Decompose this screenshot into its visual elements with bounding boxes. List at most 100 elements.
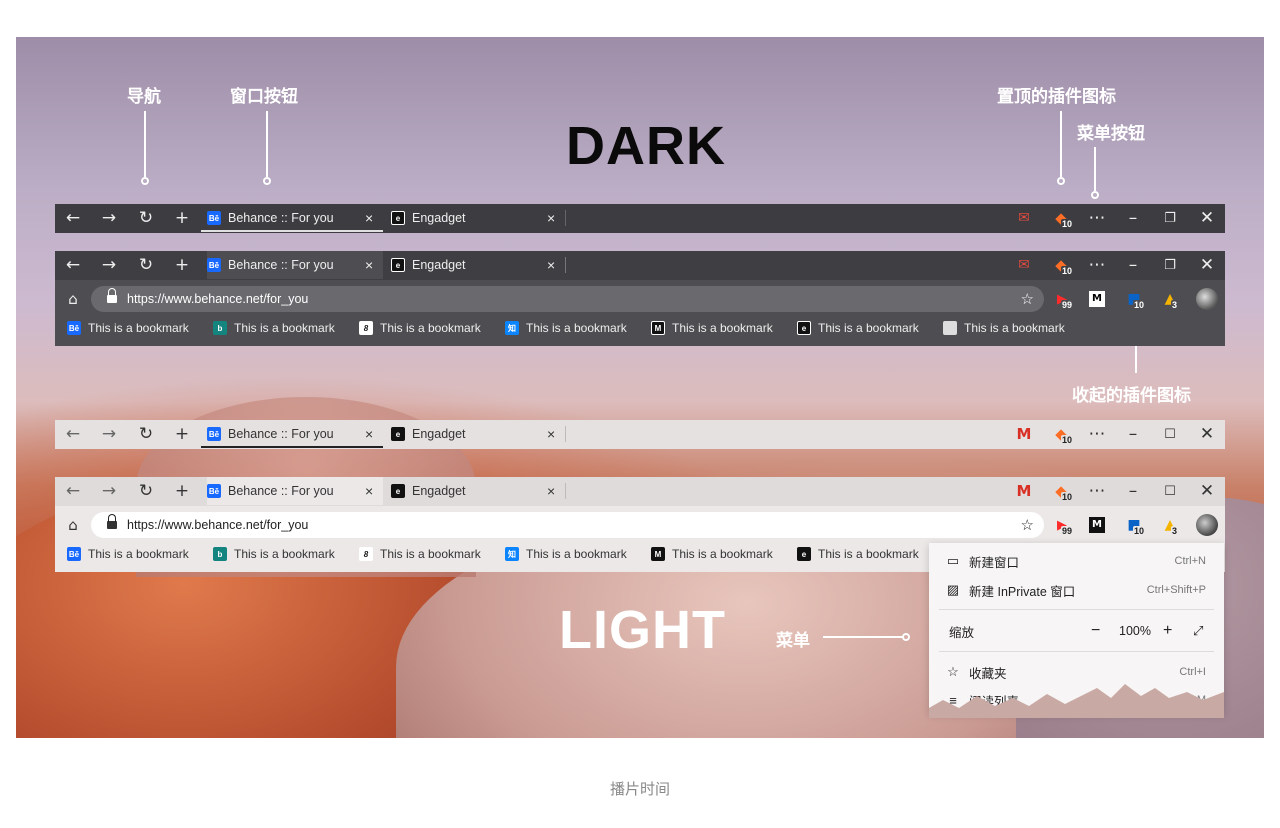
annot-menu-button-dot <box>1091 191 1099 199</box>
drive-badge: 3 <box>1171 526 1179 536</box>
minimize-icon[interactable]: – <box>1122 207 1144 229</box>
new-tab-icon[interactable]: + <box>171 480 193 502</box>
medium-bookmark-icon: M <box>651 547 665 561</box>
refresh-icon[interactable]: ↻ <box>135 480 157 502</box>
minimize-icon[interactable]: – <box>1122 423 1144 445</box>
forward-icon[interactable]: → <box>98 423 120 445</box>
fullscreen-icon[interactable]: ⤢ <box>1193 623 1203 639</box>
bookmark-item[interactable]: e This is a bookmark <box>797 321 919 335</box>
refresh-icon[interactable]: ↻ <box>135 254 157 276</box>
address-url: https://www.behance.net/for_you <box>127 518 309 532</box>
bookmark-item[interactable]: b This is a bookmark <box>213 321 335 335</box>
tab-label: Engadget <box>412 211 466 225</box>
tab-behance[interactable]: Bē Behance :: For you × <box>207 420 383 448</box>
tab-separator <box>565 483 566 499</box>
close-icon[interactable]: ✕ <box>1196 480 1218 502</box>
tab-close-icon[interactable]: × <box>365 210 373 226</box>
avatar[interactable] <box>1196 288 1218 310</box>
back-icon[interactable]: ← <box>62 423 84 445</box>
tab-behance[interactable]: Bē Behance :: For you × <box>207 251 383 279</box>
favorite-star-icon[interactable]: ☆ <box>1021 516 1034 534</box>
tab-behance[interactable]: Bē Behance :: For you × <box>207 204 383 232</box>
refresh-icon[interactable]: ↻ <box>135 423 157 445</box>
tab-label: Engadget <box>412 484 466 498</box>
bookmark-item[interactable]: 知 This is a bookmark <box>505 547 627 561</box>
gmail-icon[interactable]: ✉ <box>1013 254 1035 276</box>
inprivate-icon: ▨ <box>946 582 960 597</box>
menu-item-new-inprivate[interactable]: ▨ 新建 InPrivate 窗口 Ctrl+Shift+P <box>929 576 1224 604</box>
zoom-in-icon[interactable]: + <box>1163 622 1172 640</box>
home-icon[interactable]: ⌂ <box>62 514 84 536</box>
back-icon[interactable]: ← <box>62 480 84 502</box>
bookmark-item[interactable]: Bē This is a bookmark <box>67 321 189 335</box>
close-icon[interactable]: ✕ <box>1196 423 1218 445</box>
bookmark-item[interactable]: b This is a bookmark <box>213 547 335 561</box>
medium-bookmark-icon: M <box>651 321 665 335</box>
address-bar[interactable]: https://www.behance.net/for_you ☆ <box>91 512 1044 538</box>
new-tab-icon[interactable]: + <box>171 207 193 229</box>
engadget-bookmark-icon: e <box>797 321 811 335</box>
bookmark-item[interactable]: 知 This is a bookmark <box>505 321 627 335</box>
bookmark-label: This is a bookmark <box>672 321 773 335</box>
tab-engadget[interactable]: e Engadget × <box>391 204 567 232</box>
zoom-out-icon[interactable]: − <box>1091 622 1100 640</box>
new-tab-icon[interactable]: + <box>171 254 193 276</box>
more-menu-icon[interactable]: ⋯ <box>1086 207 1108 229</box>
tab-close-icon[interactable]: × <box>365 426 373 442</box>
close-icon[interactable]: ✕ <box>1196 207 1218 229</box>
gmail-icon[interactable]: ✉ <box>1013 207 1035 229</box>
favorite-star-icon[interactable]: ☆ <box>1021 290 1034 308</box>
bookmark-item[interactable]: 8 This is a bookmark <box>359 547 481 561</box>
bookmark-item[interactable]: This is a bookmark <box>943 321 1065 335</box>
gmail-icon[interactable]: M <box>1013 423 1035 445</box>
tab-close-icon[interactable]: × <box>365 483 373 499</box>
medium-icon[interactable]: M <box>1089 291 1105 307</box>
tab-engadget[interactable]: e Engadget × <box>391 477 567 505</box>
tab-close-icon[interactable]: × <box>547 426 555 442</box>
bookmark-label: This is a bookmark <box>88 547 189 561</box>
menu-item-new-window[interactable]: ▭ 新建窗口 Ctrl+N <box>929 547 1224 575</box>
more-menu-icon[interactable]: ⋯ <box>1086 423 1108 445</box>
back-icon[interactable]: ← <box>62 254 84 276</box>
bookmark-label: This is a bookmark <box>380 547 481 561</box>
restore-icon[interactable]: ❐ <box>1159 207 1181 229</box>
new-tab-icon[interactable]: + <box>171 423 193 445</box>
lock-icon <box>107 288 117 303</box>
tab-separator <box>565 257 566 273</box>
annot-nav-dot <box>141 177 149 185</box>
close-icon[interactable]: ✕ <box>1196 254 1218 276</box>
bookmark-item[interactable]: M This is a bookmark <box>651 321 773 335</box>
minimize-icon[interactable]: – <box>1122 480 1144 502</box>
menu-shortcut: Ctrl+Shift+P <box>1146 584 1206 596</box>
tab-engadget[interactable]: e Engadget × <box>391 251 567 279</box>
tab-engadget[interactable]: e Engadget × <box>391 420 567 448</box>
medium-icon[interactable]: M <box>1089 517 1105 533</box>
more-menu-icon[interactable]: ⋯ <box>1086 254 1108 276</box>
tab-close-icon[interactable]: × <box>547 210 555 226</box>
tab-close-icon[interactable]: × <box>547 483 555 499</box>
forward-icon[interactable]: → <box>98 207 120 229</box>
forward-icon[interactable]: → <box>98 480 120 502</box>
annot-window-buttons-line <box>266 111 268 177</box>
tab-close-icon[interactable]: × <box>365 257 373 273</box>
maximize-icon[interactable]: ☐ <box>1159 423 1181 445</box>
more-menu-icon[interactable]: ⋯ <box>1086 480 1108 502</box>
bookmark-item[interactable]: Bē This is a bookmark <box>67 547 189 561</box>
home-icon[interactable]: ⌂ <box>62 288 84 310</box>
avatar[interactable] <box>1196 514 1218 536</box>
bookmark-item[interactable]: 8 This is a bookmark <box>359 321 481 335</box>
forward-icon[interactable]: → <box>98 254 120 276</box>
tab-behance[interactable]: Bē Behance :: For you × <box>207 477 383 505</box>
address-bar[interactable]: https://www.behance.net/for_you ☆ <box>91 286 1044 312</box>
refresh-icon[interactable]: ↻ <box>135 207 157 229</box>
tab-label: Behance :: For you <box>228 427 334 441</box>
maximize-icon[interactable]: ☐ <box>1159 480 1181 502</box>
restore-icon[interactable]: ❐ <box>1159 254 1181 276</box>
bookmark-item[interactable]: M This is a bookmark <box>651 547 773 561</box>
back-icon[interactable]: ← <box>62 207 84 229</box>
gmail-icon[interactable]: M <box>1013 480 1035 502</box>
tab-close-icon[interactable]: × <box>547 257 555 273</box>
minimize-icon[interactable]: – <box>1122 254 1144 276</box>
bookmark-item[interactable]: e This is a bookmark <box>797 547 919 561</box>
menu-torn-edge <box>929 684 1224 718</box>
